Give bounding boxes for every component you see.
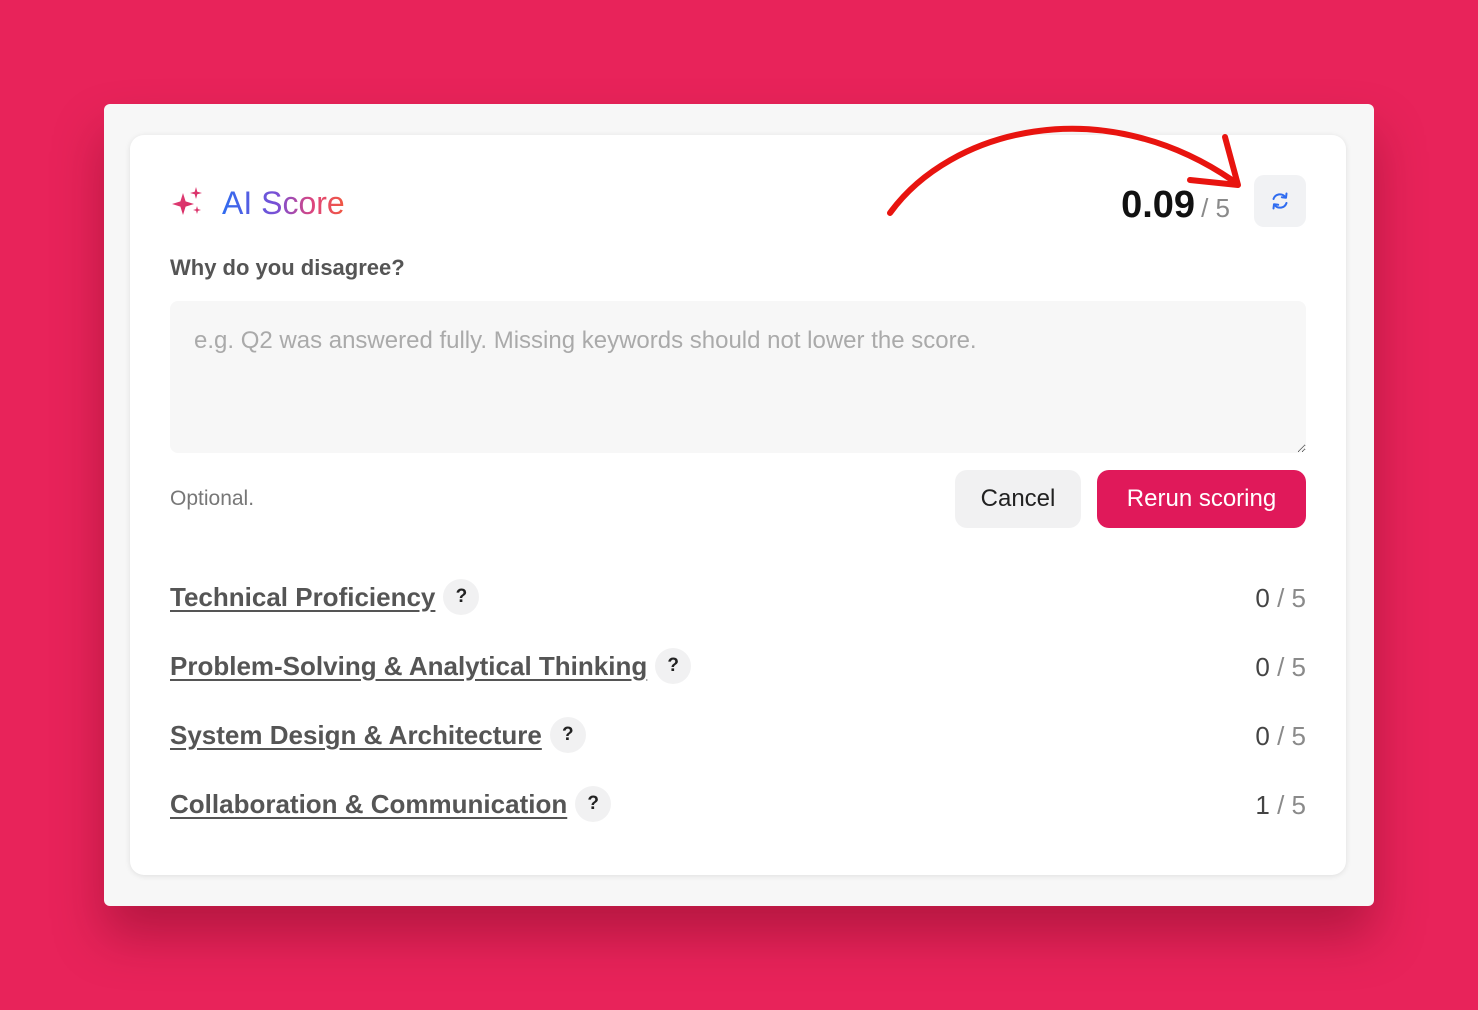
criterion-name: System Design & Architecture ? [170, 717, 586, 753]
criterion-name: Technical Proficiency ? [170, 579, 480, 615]
criterion-score-value: 0 [1255, 583, 1270, 613]
outer-frame: AI Score 0.09 / 5 Why do you disagree? O… [104, 104, 1374, 906]
disagree-question-label: Why do you disagree? [170, 255, 405, 280]
criterion-row: Technical Proficiency ? 0 / 5 [170, 575, 1306, 644]
criterion-score-max: / 5 [1277, 721, 1306, 751]
overall-score: 0.09 / 5 [1121, 181, 1230, 229]
sparkle-icon [172, 187, 202, 215]
criterion-score-value: 1 [1255, 790, 1270, 820]
help-icon[interactable]: ? [575, 786, 612, 822]
overall-score-value: 0.09 [1121, 184, 1196, 226]
criterion-score-max: / 5 [1277, 583, 1306, 613]
criterion-score: 1 / 5 [1255, 790, 1306, 821]
card-header: AI Score 0.09 / 5 [170, 175, 1306, 231]
rerun-scoring-button[interactable]: Rerun scoring [1097, 470, 1306, 528]
disagree-reason-input[interactable] [170, 301, 1306, 453]
criterion-row: Collaboration & Communication ? 1 / 5 [170, 782, 1306, 851]
help-icon[interactable]: ? [655, 648, 692, 684]
criterion-score-max: / 5 [1277, 652, 1306, 682]
criterion-score: 0 / 5 [1255, 583, 1306, 614]
criterion-score: 0 / 5 [1255, 721, 1306, 752]
criterion-score-value: 0 [1255, 721, 1270, 751]
criterion-row: Problem-Solving & Analytical Thinking ? … [170, 644, 1306, 713]
criterion-link[interactable]: Technical Proficiency [170, 582, 435, 613]
refresh-score-button[interactable] [1254, 175, 1306, 227]
criterion-score: 0 / 5 [1255, 652, 1306, 683]
criteria-list: Technical Proficiency ? 0 / 5 Problem-So… [170, 575, 1306, 851]
card-title: AI Score [222, 185, 345, 221]
criterion-row: System Design & Architecture ? 0 / 5 [170, 713, 1306, 782]
help-icon[interactable]: ? [549, 717, 586, 753]
help-icon[interactable]: ? [443, 579, 480, 615]
criterion-link[interactable]: Collaboration & Communication [170, 789, 567, 820]
refresh-icon [1272, 192, 1288, 210]
overall-score-max: / 5 [1201, 193, 1230, 223]
criterion-name: Problem-Solving & Analytical Thinking ? [170, 648, 692, 684]
criterion-link[interactable]: System Design & Architecture [170, 720, 542, 751]
criterion-name: Collaboration & Communication ? [170, 786, 612, 822]
cancel-button[interactable]: Cancel [955, 470, 1081, 528]
ai-score-card: AI Score 0.09 / 5 Why do you disagree? O… [130, 135, 1346, 875]
criterion-score-max: / 5 [1277, 790, 1306, 820]
optional-hint: Optional. [170, 487, 255, 510]
criterion-score-value: 0 [1255, 652, 1270, 682]
criterion-link[interactable]: Problem-Solving & Analytical Thinking [170, 651, 647, 682]
